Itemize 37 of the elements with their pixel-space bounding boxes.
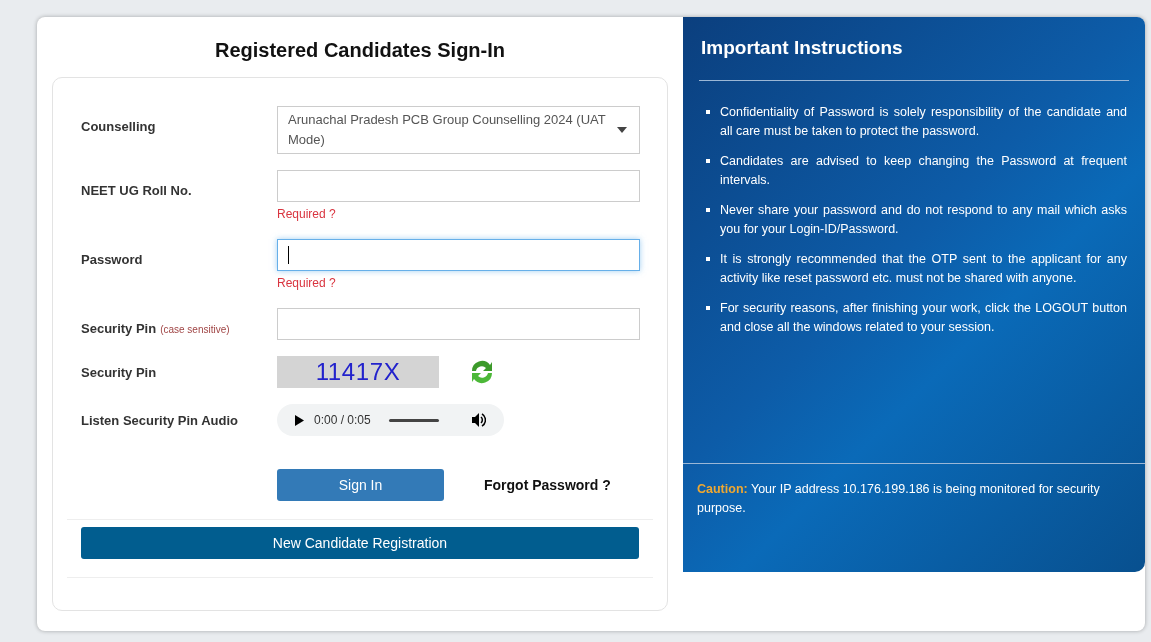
sign-in-title: Registered Candidates Sign-In — [213, 38, 507, 63]
instructions-title: Important Instructions — [699, 34, 1129, 81]
field-hint: (case sensitive) — [160, 324, 230, 335]
bullet-icon — [706, 158, 710, 163]
registration-button[interactable]: New Candidate Registration — [81, 527, 639, 559]
caution-text: Caution: Your IP address 10.176.199.186 is being monitored for security purpose. — [697, 481, 1101, 517]
instruction-text: Candidates are advised to keep changing the Password at frequent intervals. — [720, 152, 1127, 189]
sign-in-button[interactable]: Sign In — [277, 469, 444, 501]
volume-icon[interactable] — [472, 413, 486, 427]
bullet-icon — [706, 256, 710, 261]
field-label: Listen Security Pin Audio — [81, 413, 238, 428]
bullet-icon — [706, 207, 710, 212]
field-label: Password — [81, 252, 143, 267]
audio-track[interactable] — [388, 418, 439, 422]
instruction-text: For security reasons, after finishing your work, click the LOGOUT button and close all the windows related to your session. — [720, 299, 1127, 336]
input-field[interactable] — [277, 308, 640, 340]
bullet-icon — [706, 109, 710, 114]
captcha-image: 11417X — [277, 356, 439, 388]
counselling-select[interactable]: Arunachal Pradesh PCB Group Counselling 2024 (UAT Mode) — [277, 106, 640, 154]
field-label: Security Pin — [81, 365, 157, 380]
field-label: NEET UG Roll No. — [81, 183, 192, 198]
play-icon[interactable] — [295, 414, 304, 426]
instruction-text: Confidentiality of Password is solely responsibility of the candidate and all care must be taken to protect the password. — [720, 103, 1127, 140]
instruction-text: Never share your password and do not respond to any mail which asks you for your Login-ID/Password. — [720, 201, 1127, 238]
input-field[interactable] — [277, 170, 640, 202]
forgot-password-link[interactable]: Forgot Password ? — [484, 474, 611, 496]
input-field[interactable] — [277, 239, 640, 271]
text-cursor — [288, 246, 289, 264]
field-label: Counselling — [81, 119, 156, 134]
bullet-icon — [706, 305, 710, 310]
error-text: Required ? — [277, 206, 337, 223]
caret-icon — [617, 127, 627, 133]
instruction-text: It is strongly recommended that the OTP sent to the applicant for any activity like reset password etc. must not be shared with anyone. — [720, 250, 1127, 287]
audio-time: 0:00 / 0:05 — [314, 412, 371, 429]
error-text: Required ? — [277, 275, 337, 292]
field-label: Security Pin — [81, 321, 157, 336]
audio-player[interactable]: 0:00 / 0:05 — [277, 404, 504, 436]
